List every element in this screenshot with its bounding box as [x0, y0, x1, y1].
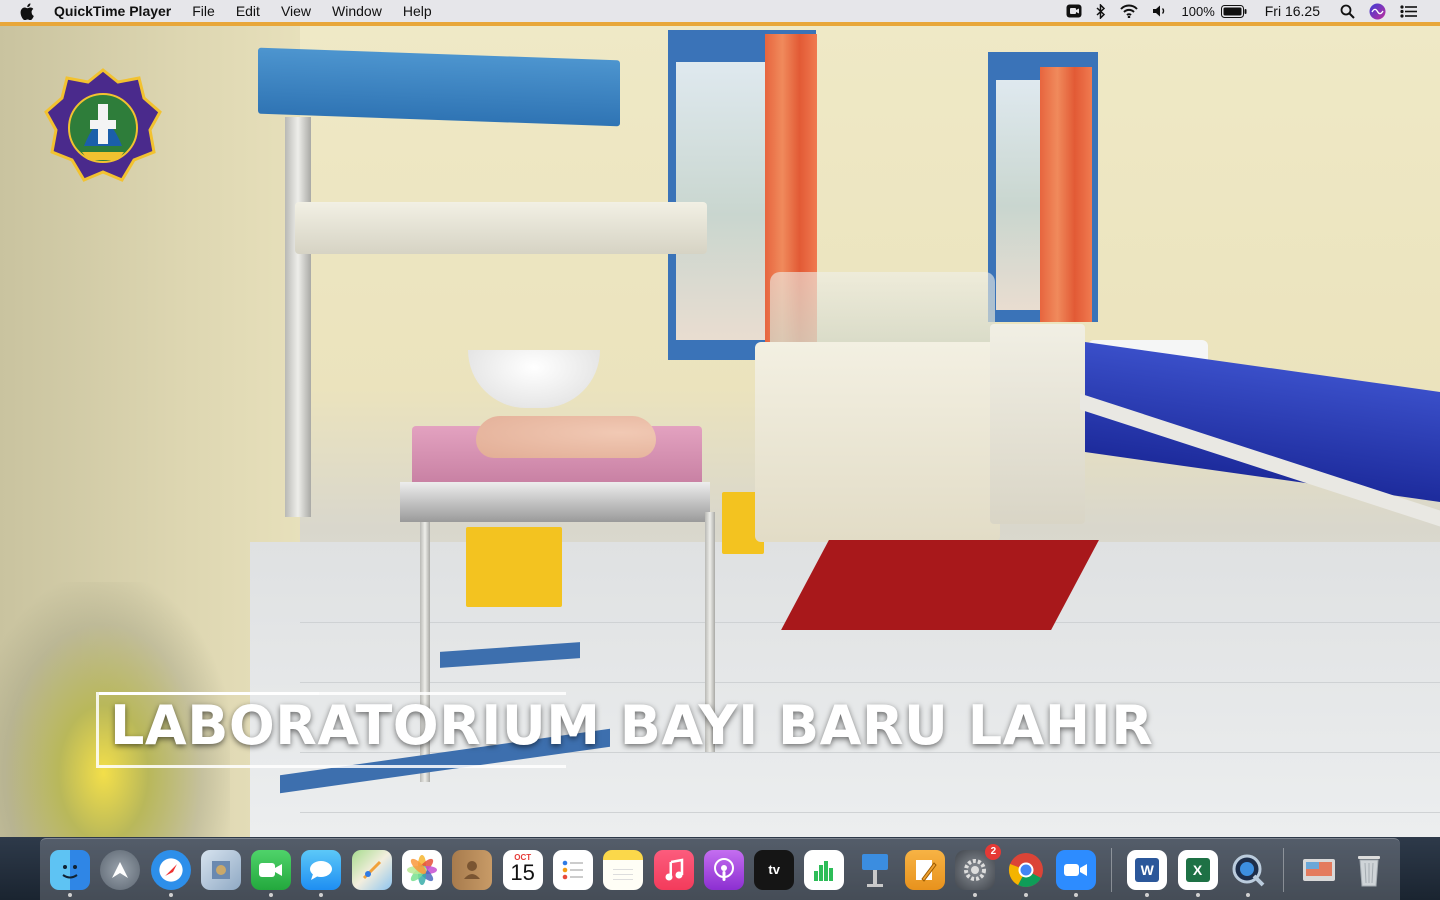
poltekkes-logo [44, 68, 162, 186]
podcasts-icon[interactable] [703, 849, 744, 890]
notes-icon[interactable] [603, 849, 644, 890]
numbers-icon[interactable] [804, 849, 845, 890]
finder-icon[interactable] [50, 849, 90, 897]
edit-menu[interactable]: Edit [236, 3, 260, 19]
video-player-frame[interactable]: LABORATORIUM BAYI BARU LAHIR [0, 22, 1440, 837]
pages-icon[interactable] [905, 849, 946, 890]
microsoft-excel-icon[interactable]: X [1177, 849, 1218, 897]
screen-record-icon[interactable] [1066, 4, 1082, 18]
battery-icon[interactable] [1220, 4, 1247, 18]
wifi-icon[interactable] [1119, 4, 1138, 18]
word-letter: W [1135, 857, 1160, 882]
warmer-lamp [258, 47, 620, 127]
messages-icon[interactable] [301, 849, 342, 897]
incubator [755, 342, 1000, 542]
dock: OCT 15 tv 2 W X [40, 838, 1400, 900]
facetime-icon[interactable] [251, 849, 292, 897]
apple-menu-icon[interactable] [18, 2, 36, 20]
warmer-arm [295, 202, 707, 254]
curtain-right [1040, 67, 1092, 322]
view-menu[interactable]: View [281, 3, 311, 19]
microsoft-word-icon[interactable]: W [1127, 849, 1168, 897]
trash-icon[interactable] [1349, 850, 1389, 890]
preview-icon[interactable] [200, 849, 241, 890]
volume-icon[interactable] [1152, 4, 1168, 18]
clock[interactable]: Fri 16.25 [1265, 3, 1320, 19]
incubator-hood [770, 272, 995, 352]
system-preferences-badge: 2 [985, 843, 1002, 860]
contacts-icon[interactable] [452, 849, 493, 890]
keynote-icon[interactable] [855, 850, 895, 890]
bluetooth-icon[interactable] [1095, 3, 1106, 19]
window-menu[interactable]: Window [332, 3, 382, 19]
system-preferences-icon[interactable]: 2 [955, 843, 1002, 897]
dock-separator [1111, 847, 1113, 892]
red-floor-mat [781, 540, 1099, 630]
music-icon[interactable] [653, 849, 694, 890]
image-capture-icon[interactable] [1299, 850, 1339, 890]
infant-mannequin [476, 416, 656, 458]
google-chrome-icon[interactable] [1006, 850, 1046, 897]
window-border [0, 22, 1440, 26]
photos-icon[interactable] [402, 849, 443, 890]
dock-separator-trash [1283, 847, 1285, 892]
safari-icon[interactable] [150, 849, 191, 897]
calendar-icon[interactable]: OCT 15 [502, 849, 543, 890]
help-menu[interactable]: Help [403, 3, 432, 19]
launchpad-icon[interactable] [100, 849, 141, 890]
siri-icon[interactable] [1369, 3, 1386, 20]
zoom-icon[interactable] [1055, 849, 1096, 897]
quicktime-player-icon[interactable] [1228, 850, 1268, 897]
battery-percent: 100% [1181, 3, 1215, 19]
sink [468, 350, 600, 408]
control-center-icon[interactable] [1400, 4, 1418, 18]
bedside-cabinet [990, 324, 1085, 524]
file-menu[interactable]: File [192, 3, 215, 19]
excel-letter: X [1185, 857, 1210, 882]
apple-tv-icon[interactable]: tv [754, 849, 795, 890]
reminders-icon[interactable] [552, 849, 593, 890]
app-menu[interactable]: QuickTime Player [54, 3, 171, 19]
calendar-day: 15 [510, 859, 535, 885]
maps-icon[interactable] [351, 849, 392, 890]
menu-bar: QuickTime Player File Edit View Window H… [0, 0, 1440, 22]
tv-label: tv [768, 862, 780, 877]
video-overlay-title: LABORATORIUM BAYI BARU LAHIR [110, 694, 1154, 757]
spotlight-search-icon[interactable] [1340, 4, 1355, 19]
